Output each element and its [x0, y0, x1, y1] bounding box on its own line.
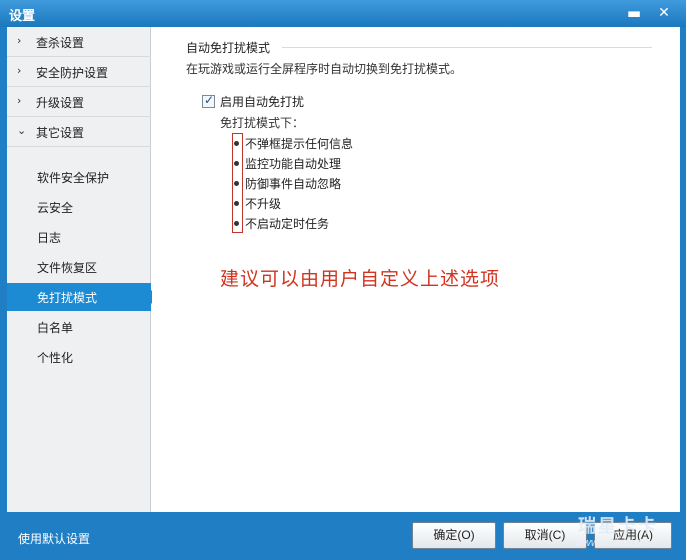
sidebar-item-do-not-disturb[interactable]: 免打扰模式	[7, 283, 158, 311]
bullet-icon	[234, 141, 239, 146]
mode-item: 不升级	[245, 197, 282, 211]
sidebar-item-whitelist[interactable]: 白名单	[7, 313, 151, 341]
mode-item: 不弹框提示任何信息	[245, 137, 354, 151]
sidebar-item-label: 软件安全保护	[37, 171, 110, 185]
section-description: 在玩游戏或运行全屏程序时自动切换到免打扰模式。	[186, 62, 463, 76]
mode-item: 防御事件自动忽略	[245, 177, 342, 191]
sidebar-group-protection[interactable]: › 安全防护设置	[7, 57, 151, 87]
sidebar-item-cloud-security[interactable]: 云安全	[7, 193, 151, 221]
annotation-text: 建议可以由用户自定义上述选项	[220, 268, 501, 290]
sidebar-item-label: 免打扰模式	[37, 291, 98, 305]
auto-dnd-checkbox[interactable]: ✓	[202, 93, 215, 108]
bullet-icon	[234, 161, 239, 166]
sidebar-item-label: 文件恢复区	[37, 261, 98, 275]
close-button[interactable]: ✕	[652, 3, 676, 23]
restore-defaults-link[interactable]: 使用默认设置	[18, 530, 90, 547]
chevron-right-icon: ›	[17, 94, 22, 107]
mode-list-heading: 免打扰模式下：	[220, 116, 305, 130]
sidebar: › 查杀设置 › 安全防护设置 › 升级设置 ⌄ 其它设置 软件安全保护 云安全	[7, 27, 158, 512]
sidebar-item-personalization[interactable]: 个性化	[7, 343, 151, 371]
sidebar-group-label: 查杀设置	[36, 36, 85, 50]
settings-body: › 查杀设置 › 安全防护设置 › 升级设置 ⌄ 其它设置 软件安全保护 云安全	[7, 27, 680, 512]
ok-button[interactable]: 确定(O)	[412, 522, 496, 549]
sidebar-item-software-protection[interactable]: 软件安全保护	[7, 163, 151, 191]
bullet-icon	[234, 221, 239, 226]
watermark-url: www.ikaka.com	[575, 537, 651, 549]
title-bar: 设置 ▬ ✕	[0, 0, 686, 27]
chevron-right-icon: ›	[17, 34, 22, 47]
chevron-down-icon: ⌄	[17, 124, 27, 137]
sidebar-group-label: 其它设置	[36, 126, 85, 140]
settings-window: 设置 ▬ ✕ › 查杀设置 › 安全防护设置 › 升级设置 ⌄ 其它设置 软件安…	[0, 0, 686, 560]
sidebar-item-label: 白名单	[37, 321, 74, 335]
auto-dnd-checkbox-label[interactable]: 启用自动免打扰	[220, 93, 304, 110]
sidebar-group-label: 安全防护设置	[36, 66, 109, 80]
chevron-right-icon: ›	[17, 64, 22, 77]
mode-item: 不启动定时任务	[245, 217, 330, 231]
mode-item: 监控功能自动处理	[245, 157, 342, 171]
sidebar-group-scan[interactable]: › 查杀设置	[7, 27, 151, 57]
checkmark-icon: ✓	[204, 93, 215, 107]
sidebar-item-log[interactable]: 日志	[7, 223, 151, 251]
sidebar-group-upgrade[interactable]: › 升级设置	[7, 87, 151, 117]
minimize-button[interactable]: ▬	[622, 3, 646, 23]
bullet-icon	[234, 201, 239, 206]
sidebar-group-other[interactable]: ⌄ 其它设置	[7, 117, 151, 147]
section-title: 自动免打扰模式	[186, 41, 271, 55]
window-title: 设置	[9, 9, 36, 24]
sidebar-item-label: 日志	[37, 231, 62, 245]
sidebar-group-label: 升级设置	[36, 96, 85, 110]
sidebar-item-label: 云安全	[37, 201, 74, 215]
sidebar-item-file-recovery[interactable]: 文件恢复区	[7, 253, 151, 281]
sidebar-item-label: 个性化	[37, 351, 74, 365]
bullet-icon	[234, 181, 239, 186]
section-divider	[282, 47, 652, 48]
watermark-logo: 瑞星卡卡	[578, 516, 658, 536]
main-panel: 自动免打扰模式 在玩游戏或运行全屏程序时自动切换到免打扰模式。 ✓ 启用自动免打…	[152, 27, 680, 512]
